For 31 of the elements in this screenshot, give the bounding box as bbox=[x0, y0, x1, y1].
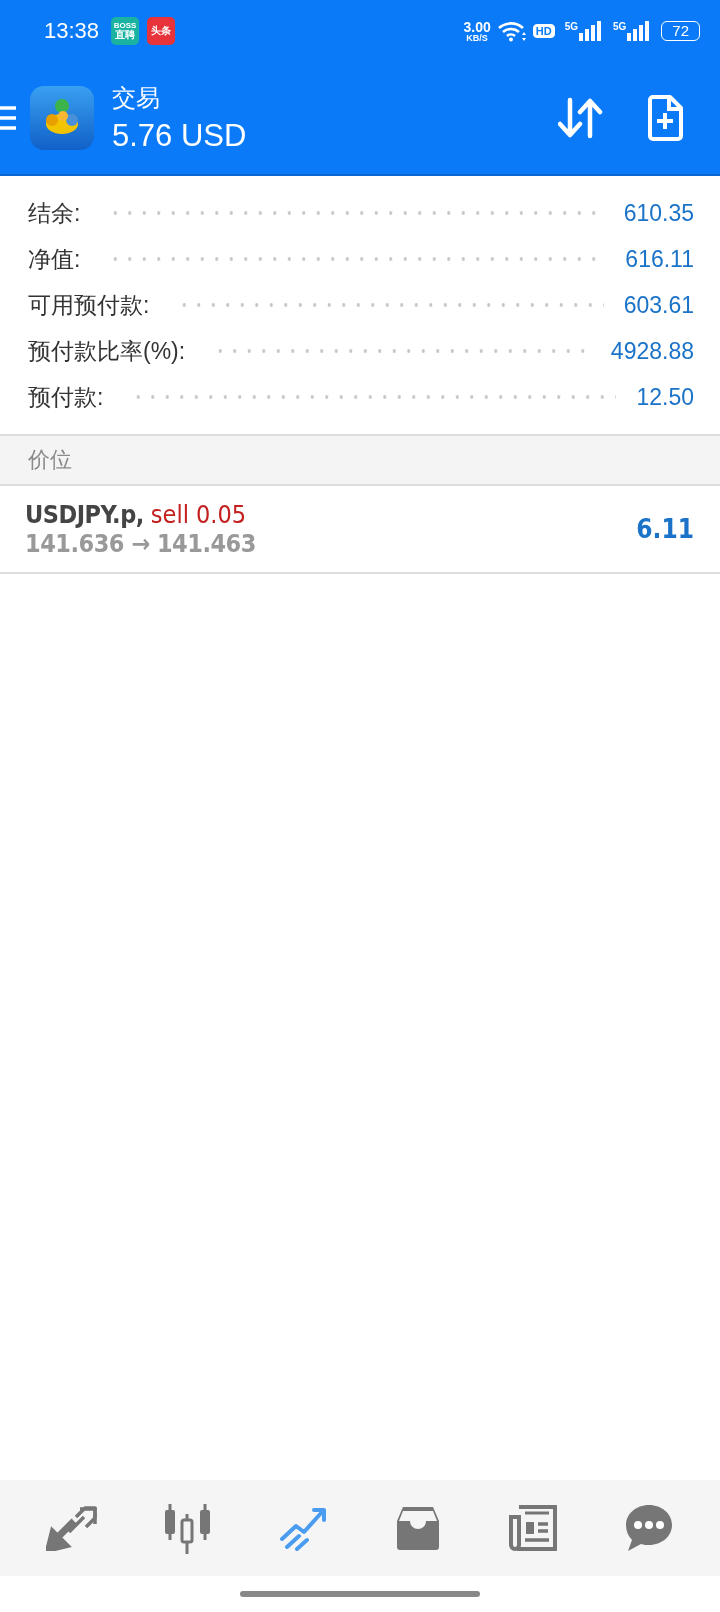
summary-value: 610.35 bbox=[623, 199, 694, 227]
price-range: 141.636 → 141.463 bbox=[25, 529, 257, 558]
summary-label: 结余: bbox=[28, 198, 81, 228]
network-speed: 3.00 KB/S bbox=[463, 19, 491, 43]
battery-icon: 72 bbox=[661, 21, 700, 41]
chat-bubble-tab[interactable] bbox=[623, 1503, 674, 1553]
summary-label: 预付款比率(%): bbox=[28, 336, 186, 366]
clock-time: 13:38 bbox=[44, 18, 100, 44]
summary-value: 4928.88 bbox=[610, 337, 694, 365]
summary-label: 可用预付款: bbox=[28, 290, 150, 320]
wifi-icon bbox=[496, 20, 527, 42]
screen-title: 交易 bbox=[112, 83, 161, 113]
hd-voice-icon: HD bbox=[532, 24, 555, 38]
summary-label: 净值: bbox=[28, 244, 81, 274]
app-notification-icon: 头条 bbox=[147, 17, 176, 45]
summary-value: 603.61 bbox=[623, 291, 694, 319]
trade-arrows-tab[interactable] bbox=[46, 1505, 99, 1551]
order-side: sell 0.05 bbox=[150, 500, 247, 529]
summary-value: 12.50 bbox=[636, 383, 694, 411]
position-profit: 6.11 bbox=[636, 514, 694, 544]
app-notification-icon: BOSS 直聘 bbox=[111, 17, 140, 45]
section-header: 价位 bbox=[28, 446, 72, 474]
app-logo-icon bbox=[30, 86, 94, 150]
position-row[interactable]: USDJPY.p, sell 0.05 141.636 → 141.463 6.11 bbox=[0, 486, 720, 574]
summary-value: 616.11 bbox=[625, 245, 694, 273]
menu-icon[interactable] bbox=[0, 104, 18, 132]
account-profit: 5.76 USD bbox=[112, 118, 248, 154]
summary-label: 预付款: bbox=[28, 382, 104, 412]
newspaper-tab[interactable] bbox=[507, 1503, 560, 1553]
trend-chart-tab[interactable] bbox=[278, 1505, 329, 1551]
symbol-name: USDJPY.p, bbox=[25, 500, 144, 529]
